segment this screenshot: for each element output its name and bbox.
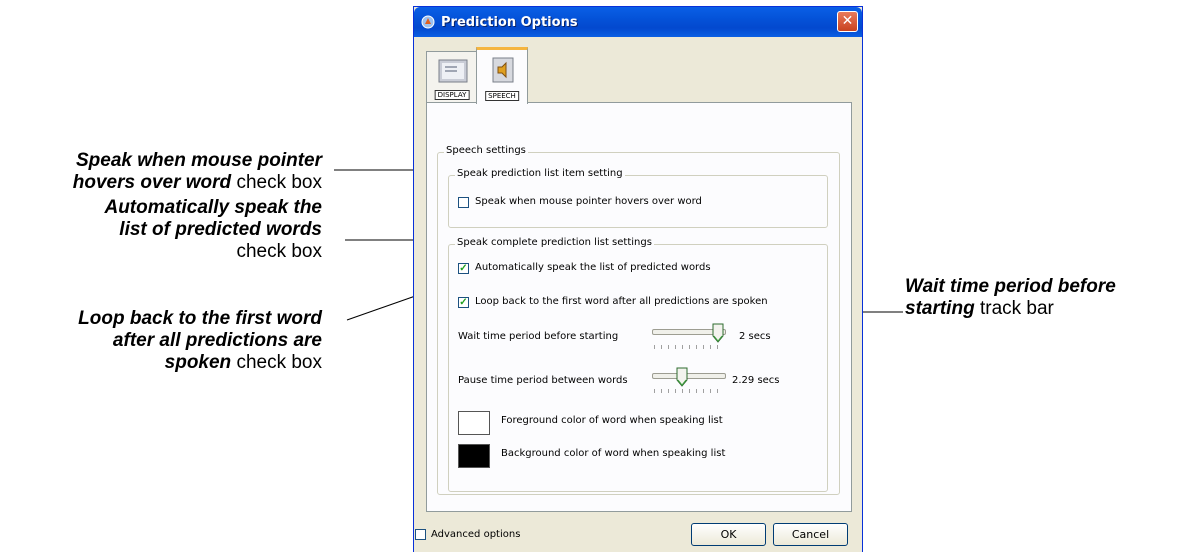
ok-button[interactable]: OK [691,523,766,546]
advanced-options-checkbox[interactable] [415,529,426,540]
tab-bar: DISPLAY SPEECH [426,47,846,104]
title-bar[interactable]: Prediction Options ✕ [414,7,862,37]
hover-speak-label: Speak when mouse pointer hovers over wor… [475,196,702,207]
tab-speech[interactable]: SPEECH [476,47,528,104]
wait-time-slider-thumb[interactable] [712,323,724,343]
hover-speak-checkbox[interactable] [458,197,469,208]
background-color-label: Background color of word when speaking l… [501,448,726,459]
speech-settings-title: Speech settings [444,145,528,156]
pause-time-slider-thumb[interactable] [676,367,688,387]
foreground-color-button[interactable] [458,411,490,435]
monitor-icon [438,59,468,83]
list-settings-group: Speak complete prediction list settings … [448,237,828,492]
cancel-button[interactable]: Cancel [773,523,848,546]
app-icon [421,15,435,29]
auto-speak-checkbox[interactable]: ✓ [458,263,469,274]
item-setting-title: Speak prediction list item setting [455,168,625,179]
wait-time-ticks [654,345,724,349]
speech-tab-panel: Speech settings Speak prediction list it… [426,102,852,512]
pause-time-ticks [654,389,724,393]
tab-display[interactable]: DISPLAY [426,51,478,103]
loop-back-checkbox[interactable]: ✓ [458,297,469,308]
item-setting-group: Speak prediction list item setting Speak… [448,168,828,228]
close-button[interactable]: ✕ [837,11,858,32]
list-settings-title: Speak complete prediction list settings [455,237,654,248]
speaker-icon [492,57,514,83]
loop-back-label: Loop back to the first word after all pr… [475,296,768,307]
tab-speech-label: SPEECH [485,91,519,101]
wait-time-label: Wait time period before starting [458,331,619,342]
pause-time-value: 2.29 secs [732,375,780,386]
pause-time-label: Pause time period between words [458,375,628,386]
foreground-color-label: Foreground color of word when speaking l… [501,415,723,426]
prediction-options-dialog: Prediction Options ✕ DISPLAY SPEECH Spee… [413,6,863,552]
auto-speak-label: Automatically speak the list of predicte… [475,262,711,273]
speech-settings-group: Speech settings Speak prediction list it… [437,145,840,495]
background-color-button[interactable] [458,444,490,468]
advanced-options-label: Advanced options [431,529,521,540]
dialog-title: Prediction Options [441,14,578,30]
wait-time-value: 2 secs [739,331,771,342]
tab-display-label: DISPLAY [434,90,470,100]
pause-time-track[interactable] [652,373,726,379]
